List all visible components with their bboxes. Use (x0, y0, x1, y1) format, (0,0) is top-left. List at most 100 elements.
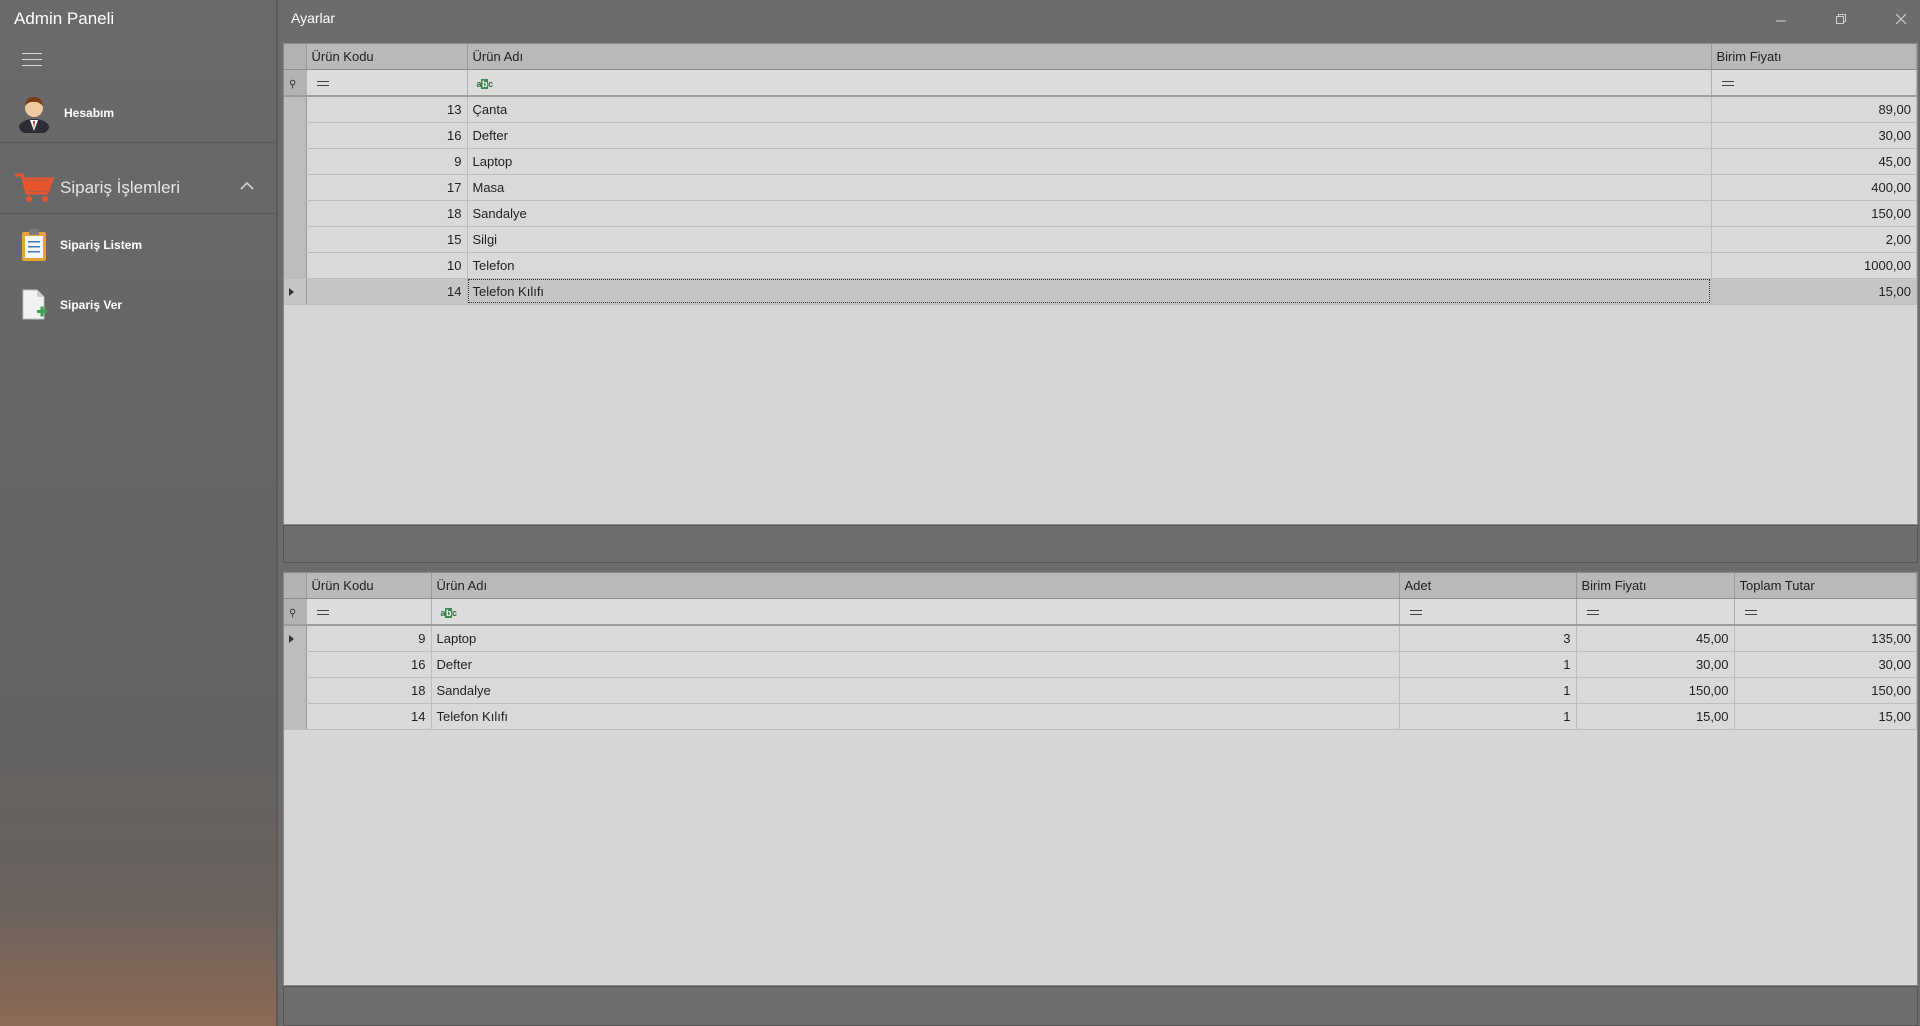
cell-urun-kodu[interactable]: 16 (306, 122, 468, 149)
cell-urun-adi[interactable]: Defter (467, 122, 1712, 149)
window-title: Ayarlar (291, 10, 336, 26)
cell-urun-kodu[interactable]: 16 (306, 651, 432, 678)
sidebar-item-siparis-ver[interactable]: Sipariş Ver (0, 285, 276, 325)
filter-cell-adet[interactable] (1399, 598, 1577, 626)
cell-urun-kodu[interactable]: 9 (306, 148, 468, 175)
table-row[interactable]: 14 Telefon Kılıfı 1 15,00 15,00 (284, 703, 1917, 730)
cart-grid[interactable]: Ürün Kodu Ürün Adı Adet Birim Fiyatı Top… (283, 572, 1918, 986)
table-row[interactable]: 18 Sandalye 150,00 (284, 200, 1917, 227)
filter-cell-birim-fiyati[interactable] (1576, 598, 1735, 626)
sidebar: Admin Paneli Hesabım Sipariş İşlemleri S… (0, 0, 278, 1026)
cell-adet[interactable]: 1 (1399, 677, 1577, 704)
equals-icon (316, 609, 329, 615)
column-header-birim-fiyati[interactable]: Birim Fiyatı (1576, 573, 1735, 599)
minimize-button[interactable] (1766, 8, 1796, 30)
hamburger-menu-icon[interactable] (22, 53, 42, 67)
table-row[interactable]: 10 Telefon 1000,00 (284, 252, 1917, 279)
table-row[interactable]: 9 Laptop 3 45,00 135,00 (284, 625, 1917, 652)
sidebar-group-siparis-islemleri[interactable]: Sipariş İşlemleri (0, 165, 276, 211)
cell-urun-adi[interactable]: Laptop (467, 148, 1712, 175)
cell-urun-adi[interactable]: Sandalye (467, 200, 1712, 227)
cell-urun-adi[interactable]: Laptop (431, 625, 1400, 652)
filter-cell-urun-kodu[interactable] (306, 69, 468, 97)
table-row[interactable]: 16 Defter 30,00 (284, 122, 1917, 149)
row-indicator-arrow-icon (284, 278, 307, 305)
cell-urun-kodu[interactable]: 14 (306, 703, 432, 730)
close-icon (1895, 13, 1907, 25)
cell-urun-adi[interactable]: Silgi (467, 226, 1712, 253)
cell-birim-fiyati[interactable]: 15,00 (1576, 703, 1735, 730)
cell-urun-adi[interactable]: Masa (467, 174, 1712, 201)
table-row[interactable]: 9 Laptop 45,00 (284, 148, 1917, 175)
row-indicator-header (284, 44, 307, 70)
column-header-urun-adi[interactable]: Ürün Adı (467, 44, 1712, 70)
chevron-up-icon[interactable] (240, 181, 254, 191)
sidebar-item-siparis-listem[interactable]: Sipariş Listem (0, 225, 276, 265)
filter-cell-birim-fiyati[interactable] (1711, 69, 1917, 97)
cell-birim-fiyati[interactable]: 1000,00 (1711, 252, 1917, 279)
column-header-urun-kodu[interactable]: Ürün Kodu (306, 44, 468, 70)
column-header-urun-adi[interactable]: Ürün Adı (431, 573, 1400, 599)
cell-urun-kodu[interactable]: 15 (306, 226, 468, 253)
cell-birim-fiyati[interactable]: 150,00 (1711, 200, 1917, 227)
column-header-birim-fiyati[interactable]: Birim Fiyatı (1711, 44, 1917, 70)
cell-urun-kodu[interactable]: 10 (306, 252, 468, 279)
restore-button[interactable] (1826, 8, 1856, 30)
cell-toplam-tutar[interactable]: 135,00 (1734, 625, 1917, 652)
cell-birim-fiyati[interactable]: 45,00 (1576, 625, 1735, 652)
cell-urun-adi[interactable]: Telefon Kılıfı (467, 278, 1712, 305)
cell-birim-fiyati[interactable]: 400,00 (1711, 174, 1917, 201)
cell-urun-kodu[interactable]: 17 (306, 174, 468, 201)
cell-adet[interactable]: 3 (1399, 625, 1577, 652)
cell-urun-kodu[interactable]: 18 (306, 200, 468, 227)
text-filter-icon: abc (440, 607, 457, 618)
sidebar-item-label: Sipariş Ver (60, 298, 123, 312)
cell-birim-fiyati[interactable]: 150,00 (1576, 677, 1735, 704)
table-row[interactable]: 13 Çanta 89,00 (284, 96, 1917, 123)
table-row[interactable]: 15 Silgi 2,00 (284, 226, 1917, 253)
filter-pin-icon: ⚲ (284, 598, 307, 626)
cell-birim-fiyati[interactable]: 89,00 (1711, 96, 1917, 123)
table-row[interactable]: 18 Sandalye 1 150,00 150,00 (284, 677, 1917, 704)
cell-toplam-tutar[interactable]: 30,00 (1734, 651, 1917, 678)
cell-toplam-tutar[interactable]: 15,00 (1734, 703, 1917, 730)
cell-urun-adi[interactable]: Sandalye (431, 677, 1400, 704)
filter-cell-urun-adi[interactable]: abc (467, 69, 1712, 97)
filter-cell-urun-kodu[interactable] (306, 598, 432, 626)
cell-birim-fiyati[interactable]: 2,00 (1711, 226, 1917, 253)
column-header-toplam-tutar[interactable]: Toplam Tutar (1734, 573, 1917, 599)
cell-urun-kodu[interactable]: 14 (306, 278, 468, 305)
cell-toplam-tutar[interactable]: 150,00 (1734, 677, 1917, 704)
cell-birim-fiyati[interactable]: 15,00 (1711, 278, 1917, 305)
cell-urun-kodu[interactable]: 18 (306, 677, 432, 704)
sidebar-item-hesabim[interactable]: Hesabım (0, 88, 276, 138)
row-indicator-header (284, 573, 307, 599)
products-grid[interactable]: Ürün Kodu Ürün Adı Birim Fiyatı ⚲ abc 13… (283, 43, 1918, 525)
auto-filter-row: ⚲ abc (284, 598, 1917, 626)
column-header-urun-kodu[interactable]: Ürün Kodu (306, 573, 432, 599)
app-title: Admin Paneli (14, 9, 115, 28)
cell-birim-fiyati[interactable]: 45,00 (1711, 148, 1917, 175)
table-row-selected[interactable]: 14 Telefon Kılıfı 15,00 (284, 278, 1917, 305)
close-button[interactable] (1886, 8, 1916, 30)
cell-urun-adi[interactable]: Çanta (467, 96, 1712, 123)
cell-birim-fiyati[interactable]: 30,00 (1576, 651, 1735, 678)
cell-urun-adi[interactable]: Telefon (467, 252, 1712, 279)
table-row[interactable]: 16 Defter 1 30,00 30,00 (284, 651, 1917, 678)
filter-cell-toplam-tutar[interactable] (1734, 598, 1917, 626)
cell-urun-adi[interactable]: Defter (431, 651, 1400, 678)
equals-icon (1721, 80, 1734, 86)
auto-filter-row: ⚲ abc (284, 69, 1917, 97)
cell-adet[interactable]: 1 (1399, 703, 1577, 730)
grid-header-row: Ürün Kodu Ürün Adı Birim Fiyatı (284, 44, 1917, 70)
cell-birim-fiyati[interactable]: 30,00 (1711, 122, 1917, 149)
cell-urun-adi[interactable]: Telefon Kılıfı (431, 703, 1400, 730)
new-document-icon (22, 289, 47, 320)
shopping-cart-icon (15, 173, 54, 202)
filter-cell-urun-adi[interactable]: abc (431, 598, 1400, 626)
cell-adet[interactable]: 1 (1399, 651, 1577, 678)
table-row[interactable]: 17 Masa 400,00 (284, 174, 1917, 201)
cell-urun-kodu[interactable]: 9 (306, 625, 432, 652)
cell-urun-kodu[interactable]: 13 (306, 96, 468, 123)
column-header-adet[interactable]: Adet (1399, 573, 1577, 599)
